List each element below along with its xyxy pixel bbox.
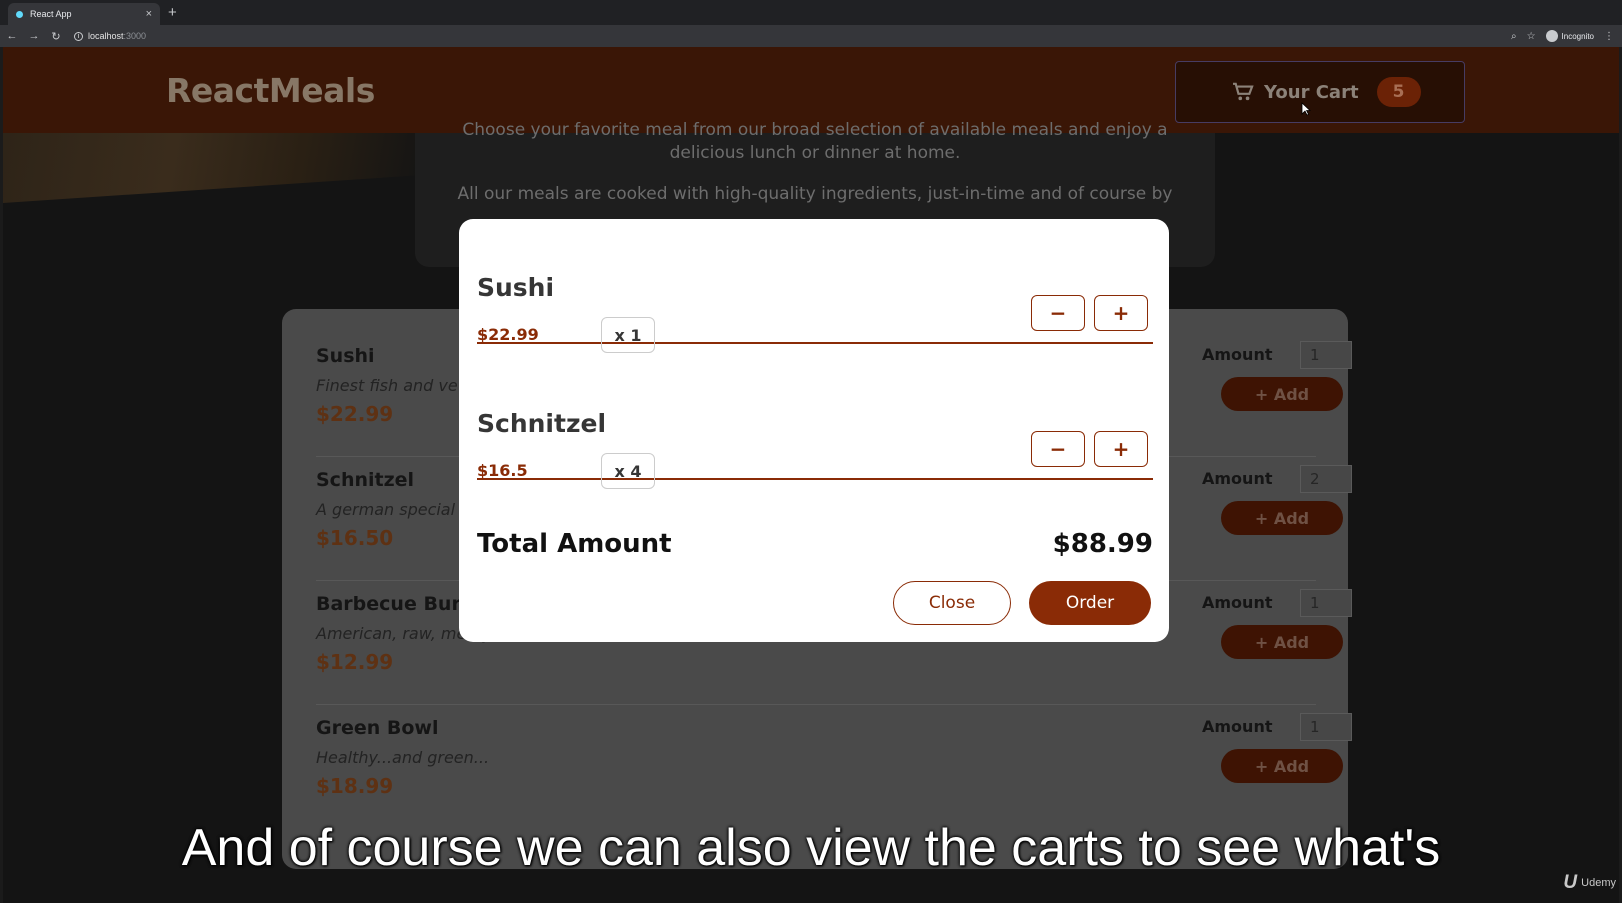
amount-input[interactable]: 2	[1300, 465, 1352, 493]
meal-name: Barbecue Bur	[316, 593, 461, 615]
cart-item-quantity: x 1	[601, 317, 655, 353]
udemy-watermark: U Udemy	[1563, 872, 1616, 894]
summary-text-2: All our meals are cooked with high-quali…	[457, 184, 1173, 204]
amount-label: Amount	[1202, 717, 1273, 736]
incognito-label: Incognito	[1561, 31, 1594, 41]
meal-item: Green Bowl Healthy...and green... $18.99…	[316, 705, 1352, 829]
back-arrow-icon[interactable]: ←	[2, 30, 22, 42]
amount-label: Amount	[1202, 345, 1273, 364]
add-button[interactable]: + Add	[1221, 377, 1343, 411]
reload-icon[interactable]: ↻	[46, 30, 66, 43]
amount-input[interactable]: 1	[1300, 341, 1352, 369]
amount-input[interactable]: 1	[1300, 589, 1352, 617]
total-amount-label: Total Amount	[477, 529, 672, 559]
udemy-logo-icon: U	[1563, 872, 1578, 893]
meal-name: Sushi	[316, 345, 375, 367]
total-amount-value: $88.99	[1052, 529, 1153, 559]
star-icon[interactable]: ☆	[1527, 31, 1536, 42]
cart-item: Sushi $22.99 x 1 − +	[477, 219, 1153, 353]
cart-item: Schnitzel $16.5 x 4 − +	[477, 355, 1153, 489]
address-bar: ← → ↻ i localhost:3000 ⌕ ☆ Incognito ⋮	[0, 25, 1622, 47]
zoom-icon[interactable]: ⌕	[1511, 31, 1517, 42]
cart-label: Your Cart	[1264, 81, 1359, 103]
close-button[interactable]: Close	[893, 581, 1011, 625]
react-favicon-icon	[16, 10, 23, 18]
amount-label: Amount	[1202, 469, 1273, 488]
cart-item-price: $22.99	[477, 325, 539, 344]
meal-description: Healthy...and green...	[316, 748, 490, 767]
increase-button[interactable]: +	[1094, 431, 1148, 467]
add-button[interactable]: + Add	[1221, 749, 1343, 783]
summary-text-1: Choose your favorite meal from our broad…	[462, 120, 1168, 163]
cart-item-name: Schnitzel	[477, 409, 607, 438]
meal-price: $12.99	[316, 650, 394, 674]
amount-input[interactable]: 1	[1300, 713, 1352, 741]
address-bar-actions: ⌕ ☆ Incognito ⋮	[1511, 25, 1614, 47]
cart-button[interactable]: Your Cart 5	[1175, 61, 1465, 123]
site-info-icon[interactable]: i	[74, 31, 83, 41]
hero-image	[3, 133, 423, 203]
incognito-icon	[1545, 30, 1558, 42]
browser-tab-bar: React App × +	[0, 0, 1622, 25]
decrease-button[interactable]: −	[1031, 295, 1085, 331]
brand-title: ReactMeals	[166, 71, 375, 110]
tab-title: React App	[30, 9, 72, 19]
decrease-button[interactable]: −	[1031, 431, 1085, 467]
cart-item-price: $16.5	[477, 461, 528, 480]
amount-label: Amount	[1202, 593, 1273, 612]
cart-icon	[1233, 82, 1254, 101]
incognito-profile[interactable]: Incognito	[1545, 30, 1594, 42]
meal-name: Green Bowl	[316, 717, 439, 739]
url-port: :3000	[123, 31, 147, 41]
watermark-text: Udemy	[1581, 877, 1616, 889]
meal-price: $22.99	[316, 402, 394, 426]
meal-description: A german special	[316, 500, 456, 519]
add-button[interactable]: + Add	[1221, 625, 1343, 659]
meal-price: $18.99	[316, 774, 394, 798]
url-host: localhost	[88, 31, 124, 41]
meal-price: $16.50	[316, 526, 394, 550]
cart-count-badge: 5	[1376, 77, 1421, 107]
increase-button[interactable]: +	[1094, 295, 1148, 331]
more-icon[interactable]: ⋮	[1604, 31, 1614, 42]
url-field[interactable]: i localhost:3000	[74, 31, 146, 41]
browser-tab[interactable]: React App ×	[8, 3, 160, 25]
mouse-cursor-icon	[1301, 102, 1311, 116]
new-tab-button[interactable]: +	[168, 4, 177, 21]
meal-description: Finest fish and ve	[316, 376, 458, 395]
video-subtitle: And of course we can also view the carts…	[181, 819, 1441, 877]
cart-item-quantity: x 4	[601, 453, 655, 489]
add-button[interactable]: + Add	[1221, 501, 1343, 535]
close-tab-icon[interactable]: ×	[146, 8, 152, 20]
meal-name: Schnitzel	[316, 469, 415, 491]
cart-item-name: Sushi	[477, 273, 555, 302]
forward-arrow-icon[interactable]: →	[24, 30, 44, 42]
order-button[interactable]: Order	[1029, 581, 1151, 625]
cart-modal: Sushi $22.99 x 1 − + Schnitzel $16.5 x 4…	[459, 219, 1169, 642]
